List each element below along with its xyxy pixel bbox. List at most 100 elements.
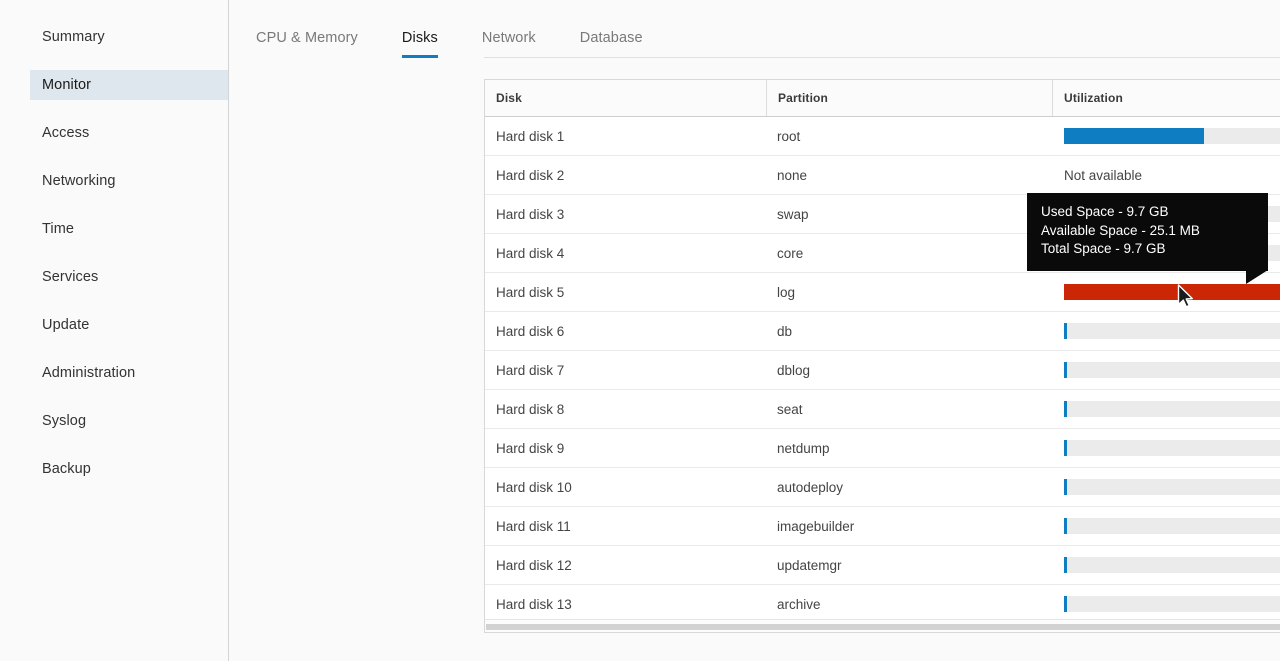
utilization-bar-fill [1064, 401, 1067, 417]
column-header-utilization[interactable]: Utilization [1052, 80, 1280, 116]
cell-utilization: 0.1% of 984.0 MB [1052, 429, 1280, 467]
utilization-bar-fill [1064, 128, 1205, 144]
table-horizontal-scrollbar-area [484, 619, 1280, 633]
sidebar-item-networking[interactable]: Networking [30, 166, 228, 196]
sidebar-item-services[interactable]: Services [30, 262, 228, 292]
sidebar-item-syslog[interactable]: Syslog [30, 406, 228, 436]
sidebar-nav: Summary Monitor Access Networking Time Servic… [0, 0, 229, 661]
utilization-bar-fill [1064, 479, 1067, 495]
utilization-bar-fill [1064, 557, 1067, 573]
table-row[interactable]: Hard disk 5 log 99.7% of 9.7 GB [485, 273, 1280, 312]
utilization-meter[interactable]: 0.6% of 14.6 GB [1064, 362, 1280, 378]
cell-partition: root [777, 128, 801, 144]
utilization-meter[interactable]: 0.9% of 9.7 GB [1064, 323, 1280, 339]
cell-disk: Hard disk 9 [496, 440, 565, 456]
utilization-bar-fill [1064, 362, 1067, 378]
tab-network[interactable]: Network [482, 30, 536, 58]
cell-partition: archive [777, 596, 821, 612]
cell-utilization: 0.2% of 9.7 GB [1052, 507, 1280, 545]
table-row[interactable]: Hard disk 10 autodeploy 0.2% of 9.7 GB [485, 468, 1280, 507]
cell-utilization: 0.6% of 14.6 GB [1052, 351, 1280, 389]
utilization-bar-track[interactable] [1064, 518, 1280, 534]
table-row[interactable]: Hard disk 11 imagebuilder 0.2% of 9.7 GB [485, 507, 1280, 546]
table-row[interactable]: Hard disk 8 seat 0.3% of 24.5 GB [485, 390, 1280, 429]
sidebar-item-time[interactable]: Time [30, 214, 228, 244]
main-content: CPU & Memory Disks Network Database Disk Pa… [229, 0, 1280, 661]
cell-disk: Hard disk 7 [496, 362, 565, 378]
utilization-bar-track[interactable] [1064, 128, 1280, 144]
cell-disk: Hard disk 6 [496, 323, 565, 339]
utilization-bar-track[interactable] [1064, 479, 1280, 495]
utilization-meter[interactable]: 0.3% of 24.5 GB [1064, 401, 1280, 417]
horizontal-scrollbar-thumb[interactable] [486, 624, 1280, 630]
utilization-meter[interactable]: 99.7% of 9.7 GB [1064, 284, 1280, 300]
utilization-bar-track[interactable] [1064, 557, 1280, 573]
table-row[interactable]: Hard disk 6 db 0.9% of 9.7 GB [485, 312, 1280, 351]
app-window: Summary Monitor Access Networking Time Servic… [0, 0, 1280, 661]
cell-disk: Hard disk 12 [496, 557, 572, 573]
utilization-meter[interactable]: 0.2% of 9.7 GB [1064, 518, 1280, 534]
utilization-meter[interactable]: 0.2% of 9.7 GB [1064, 479, 1280, 495]
utilization-bar-fill [1064, 518, 1067, 534]
cell-disk: Hard disk 1 [496, 128, 565, 144]
utilization-bar-track[interactable] [1064, 401, 1280, 417]
utilization-bar-fill [1064, 596, 1067, 612]
sidebar-item-access[interactable]: Access [30, 118, 228, 148]
utilization-bar-track[interactable] [1064, 284, 1280, 300]
cell-disk: Hard disk 8 [496, 401, 565, 417]
cell-disk: Hard disk 2 [496, 167, 565, 183]
utilization-meter[interactable]: 0.1% of 984.0 MB [1064, 440, 1280, 456]
utilization-bar-fill [1064, 440, 1067, 456]
table-row[interactable]: Hard disk 9 netdump 0.1% of 984.0 MB [485, 429, 1280, 468]
cell-partition: dblog [777, 362, 811, 378]
sidebar-item-update[interactable]: Update [30, 310, 228, 340]
utilization-not-available-label: Not available [1064, 167, 1143, 183]
tooltip-tail [1246, 270, 1268, 284]
utilization-meter[interactable]: 51.4% of 10.6 GB [1064, 128, 1280, 144]
sidebar-item-administration[interactable]: Administration [30, 358, 228, 388]
cell-partition: seat [777, 401, 803, 417]
cell-disk: Hard disk 5 [496, 284, 565, 300]
cell-utilization: 0.2% of 9.7 GB [1052, 468, 1280, 506]
table-row[interactable]: Hard disk 1 root 51.4% of 10.6 GB [485, 117, 1280, 156]
utilization-bar-track[interactable] [1064, 323, 1280, 339]
sidebar-item-summary[interactable]: Summary [30, 22, 228, 52]
cell-disk: Hard disk 3 [496, 206, 565, 222]
cell-utilization: 0.3% of 24.5 GB [1052, 390, 1280, 428]
utilization-bar-fill [1064, 284, 1280, 300]
utilization-bar-track[interactable] [1064, 440, 1280, 456]
tab-cpu-memory[interactable]: CPU & Memory [256, 30, 358, 58]
utilization-bar-fill [1064, 323, 1067, 339]
cell-partition: netdump [777, 440, 830, 456]
cell-disk: Hard disk 11 [496, 518, 571, 534]
cell-utilization: Not available [1052, 156, 1280, 194]
tab-bar: CPU & Memory Disks Network Database [256, 24, 1273, 58]
utilization-bar-track[interactable] [1064, 596, 1280, 612]
disk-usage-tooltip: Used Space - 9.7 GB Available Space - 25.… [1027, 193, 1268, 271]
tab-disks[interactable]: Disks [401, 30, 438, 58]
cell-utilization: 0.3% of 49.1 GB [1052, 585, 1280, 623]
cell-utilization: 0.9% of 9.7 GB [1052, 312, 1280, 350]
utilization-meter[interactable]: 0.1% of 98.3 GB [1064, 557, 1280, 573]
sidebar-item-backup[interactable]: Backup [30, 454, 228, 484]
table-row[interactable]: Hard disk 12 updatemgr 0.1% of 98.3 GB [485, 546, 1280, 585]
tab-bar-divider [484, 57, 1280, 58]
cell-disk: Hard disk 10 [496, 479, 572, 495]
table-row[interactable]: Hard disk 2 none Not available [485, 156, 1280, 195]
tooltip-line: Available Space - 25.1 MB [1041, 222, 1200, 238]
utilization-bar-track[interactable] [1064, 362, 1280, 378]
cell-partition: none [777, 167, 808, 183]
table-row[interactable]: Hard disk 7 dblog 0.6% of 14.6 GB [485, 351, 1280, 390]
column-header-disk[interactable]: Disk [485, 80, 766, 116]
cell-partition: db [777, 323, 793, 339]
tab-database[interactable]: Database [580, 30, 643, 58]
utilization-meter[interactable]: 0.3% of 49.1 GB [1064, 596, 1280, 612]
cell-partition: updatemgr [777, 557, 842, 573]
cell-partition: imagebuilder [777, 518, 855, 534]
sidebar-item-monitor[interactable]: Monitor [30, 70, 228, 100]
cell-partition: core [777, 245, 804, 261]
mouse-cursor [1177, 284, 1195, 314]
column-header-partition[interactable]: Partition [766, 80, 1052, 116]
tooltip-line: Used Space - 9.7 GB [1041, 204, 1169, 219]
cell-utilization: 51.4% of 10.6 GB [1052, 117, 1280, 155]
